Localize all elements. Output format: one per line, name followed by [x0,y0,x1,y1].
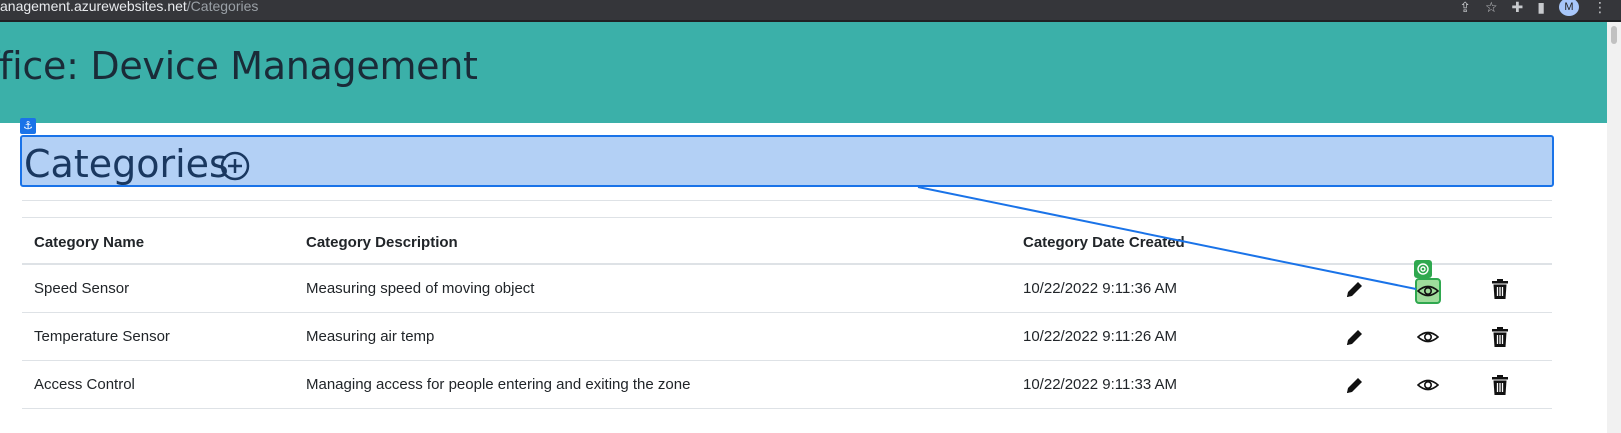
more-menu-icon[interactable]: ⋮ [1593,0,1607,16]
url-path: /Categories [186,0,259,14]
pencil-icon[interactable] [1344,278,1366,300]
scrollbar-thumb[interactable] [1611,26,1617,44]
app-title: ffice: Device Management [0,44,478,88]
url-host: anagement.azurewebsites.net [0,0,187,14]
browser-toolbar: anagement.azurewebsites.net/Categories ⇪… [0,0,1621,20]
category-description: Measuring air temp [306,328,435,345]
share-icon[interactable]: ⇪ [1459,0,1471,16]
anchor-icon: ⚓ [20,118,36,134]
trash-icon[interactable] [1489,326,1511,348]
eye-icon[interactable] [1417,326,1439,348]
category-date: 10/22/2022 9:11:33 AM [1023,376,1178,393]
divider [22,200,1552,201]
column-header-date: Category Date Created [1023,234,1185,251]
pencil-icon[interactable] [1344,326,1366,348]
category-name: Access Control [34,376,135,393]
column-header-name: Category Name [34,234,145,251]
category-name: Temperature Sensor [34,328,170,345]
focus-highlight [1415,278,1441,304]
page-heading: Categories [20,135,1554,187]
eye-icon[interactable] [1416,280,1440,302]
category-date: 10/22/2022 9:11:36 AM [1023,280,1178,297]
table-row: Access Control Managing access for peopl… [22,361,1552,409]
table-row: Speed Sensor Measuring speed of moving o… [22,265,1552,313]
trash-icon[interactable] [1489,278,1511,300]
table-row: Temperature Sensor Measuring air temp 10… [22,313,1552,361]
focus-target-icon [1414,260,1432,278]
category-description: Managing access for people entering and … [306,376,691,393]
table-header-row: Category Name Category Description Categ… [22,217,1552,265]
bookmark-star-icon[interactable]: ☆ [1485,0,1498,16]
app-header: ffice: Device Management [0,22,1607,123]
eye-icon[interactable] [1417,374,1439,396]
plus-circle-icon[interactable] [220,151,250,181]
side-panel-icon[interactable]: ▮ [1537,0,1545,16]
pencil-icon[interactable] [1344,374,1366,396]
trash-icon[interactable] [1489,374,1511,396]
category-name: Speed Sensor [34,280,130,297]
page-scrollbar[interactable] [1607,22,1621,433]
extensions-icon[interactable]: ✚ [1512,0,1524,16]
address-bar[interactable]: anagement.azurewebsites.net/Categories [0,0,258,14]
profile-avatar[interactable]: M [1559,0,1579,16]
category-description: Measuring speed of moving object [306,280,535,297]
category-date: 10/22/2022 9:11:26 AM [1023,328,1178,345]
page-title: Categories [24,142,229,186]
column-header-description: Category Description [306,234,458,251]
